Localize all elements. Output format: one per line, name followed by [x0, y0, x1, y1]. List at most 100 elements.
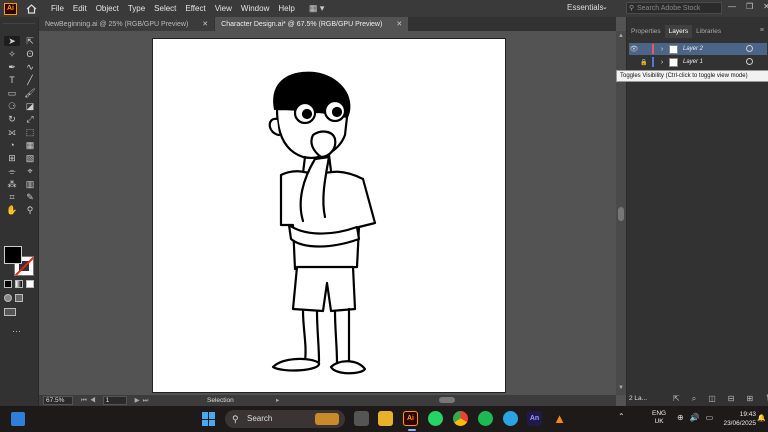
menu-file[interactable]: File — [51, 4, 64, 13]
shape-builder-icon[interactable]: ◔ — [4, 140, 20, 150]
eyedropper-icon[interactable]: ⌯ — [4, 166, 20, 176]
menu-type[interactable]: Type — [128, 4, 145, 13]
direct-selection-tool-icon[interactable]: ⇱ — [22, 36, 38, 46]
menu-object[interactable]: Object — [96, 4, 119, 13]
new-layer-icon[interactable]: ⊞ — [746, 394, 753, 404]
tab-properties[interactable]: Properties — [627, 25, 665, 38]
folder-icon[interactable] — [378, 411, 393, 426]
artboard-tool-icon[interactable]: ⌗ — [4, 192, 20, 202]
battery-icon[interactable]: ▭ — [706, 413, 714, 422]
menu-edit[interactable]: Edit — [73, 4, 87, 13]
rotate-tool-icon[interactable]: ↻ — [4, 114, 20, 124]
screen-mode-icon[interactable] — [4, 308, 16, 316]
artboard[interactable] — [152, 38, 506, 393]
expand-chevron-icon[interactable]: › — [657, 59, 667, 66]
tab-layers[interactable]: Layers — [664, 25, 693, 38]
line-tool-icon[interactable]: ╱ — [22, 75, 38, 85]
new-sublayer-icon[interactable]: ⊟ — [728, 394, 735, 404]
menu-help[interactable]: Help — [278, 4, 294, 13]
stock-search-input[interactable]: ⚲ Search Adobe Stock — [626, 2, 722, 14]
selection-tool-icon[interactable]: ➤ — [4, 36, 20, 46]
visibility-eye-icon[interactable]: 👁 — [629, 45, 639, 53]
menu-select[interactable]: Select — [154, 4, 176, 13]
column-graph-icon[interactable]: ▥ — [22, 179, 38, 189]
telegram-icon[interactable] — [503, 411, 518, 426]
panel-menu-icon[interactable]: ≡ — [760, 27, 764, 34]
pen-tool-icon[interactable]: ✒ — [4, 62, 20, 72]
symbol-sprayer-icon[interactable]: ⁂ — [4, 179, 20, 189]
tray-overflow-icon[interactable]: ⌃ — [618, 412, 625, 421]
whatsapp-icon[interactable] — [428, 411, 443, 426]
panel-grip[interactable] — [3, 20, 35, 24]
notification-bell-icon[interactable]: 🔔 — [757, 414, 766, 422]
vlc-icon[interactable]: ▲ — [552, 411, 567, 426]
type-tool-icon[interactable]: T — [4, 75, 20, 85]
curvature-tool-icon[interactable]: ∿ — [22, 62, 38, 72]
canvas-area[interactable] — [39, 31, 616, 395]
tab-newbeginning[interactable]: NewBeginning.ai @ 25% (RGB/GPU Preview) … — [39, 17, 215, 31]
artboard-number-field[interactable]: 1 — [102, 396, 127, 405]
workspace-switcher[interactable]: Essentials — [567, 3, 603, 12]
close-button[interactable]: ✕ — [763, 2, 768, 11]
menu-window[interactable]: Window — [241, 4, 269, 13]
draw-behind-icon[interactable] — [15, 294, 23, 302]
taskbar-search[interactable]: ⚲ Search — [225, 410, 345, 428]
character-illustration[interactable] — [153, 39, 507, 394]
language-indicator[interactable]: ENG UK — [652, 410, 666, 426]
chevron-down-icon[interactable]: ⌄ — [602, 3, 608, 11]
menu-effect[interactable]: Effect — [185, 4, 205, 13]
none-mode-icon[interactable] — [26, 280, 34, 288]
layer-row-layer-2[interactable]: 👁 › Layer 2 — [629, 43, 767, 55]
free-transform-icon[interactable]: ⬚ — [22, 127, 38, 137]
animate-icon[interactable]: An — [527, 411, 542, 426]
target-circle-icon[interactable] — [746, 58, 753, 65]
perspective-grid-icon[interactable]: ▦ — [22, 140, 38, 150]
lasso-icon[interactable]: ʘ — [22, 49, 38, 59]
gradient-tool-icon[interactable]: ▧ — [22, 153, 38, 163]
illustrator-taskbar-icon[interactable]: Ai — [403, 411, 418, 431]
close-tab-icon[interactable]: ✕ — [202, 20, 208, 28]
horizontal-scroll-thumb[interactable] — [439, 397, 455, 403]
clipping-mask-icon[interactable]: ◫ — [708, 394, 716, 404]
spotify-icon[interactable] — [478, 411, 493, 426]
zoom-level-field[interactable]: 67.5% — [43, 396, 73, 405]
gradient-mode-icon[interactable] — [15, 280, 23, 288]
locate-object-icon[interactable]: ⌕ — [692, 394, 696, 404]
layer-name[interactable]: Layer 1 — [683, 59, 703, 65]
mesh-tool-icon[interactable]: ⊞ — [4, 153, 20, 163]
status-menu-icon[interactable]: ▸ — [276, 396, 279, 404]
tab-libraries[interactable]: Libraries — [692, 25, 725, 38]
draw-normal-icon[interactable] — [4, 294, 12, 302]
measure-tool-icon[interactable]: ⌖ — [22, 166, 38, 176]
maximize-button[interactable]: ❐ — [746, 2, 753, 11]
volume-icon[interactable]: 🔊 — [690, 413, 700, 422]
vertical-scrollbar[interactable]: ▲ ▼ — [616, 31, 626, 395]
target-circle-icon[interactable] — [746, 45, 753, 52]
eraser-icon[interactable]: ◪ — [22, 101, 38, 111]
export-icon[interactable]: ⇱ — [673, 394, 680, 404]
scroll-down-icon[interactable]: ▼ — [618, 385, 624, 391]
artboard-nav-next-icon[interactable]: ▶⏭ — [135, 396, 152, 405]
width-tool-icon[interactable]: ⟗ — [4, 127, 20, 137]
widgets-icon[interactable] — [11, 412, 25, 426]
layer-name[interactable]: Layer 2 — [683, 46, 703, 52]
zoom-tool-icon[interactable]: ⚲ — [22, 205, 38, 215]
minimize-button[interactable]: — — [728, 2, 736, 11]
scroll-up-icon[interactable]: ▲ — [618, 33, 624, 39]
slice-tool-icon[interactable]: ✎ — [22, 192, 38, 202]
home-icon[interactable] — [25, 3, 37, 15]
artboard-nav-prev-icon[interactable]: ⏮◀ — [81, 397, 99, 405]
fill-color-chip[interactable] — [4, 246, 22, 264]
arrange-documents-icon[interactable]: ▦ ▾ — [309, 3, 325, 14]
network-icon[interactable]: ⊕ — [677, 413, 684, 422]
rectangle-tool-icon[interactable]: ▭ — [4, 88, 20, 98]
layer-row-layer-1[interactable]: 🔒 › Layer 1 — [629, 56, 767, 68]
tab-character-design[interactable]: Character Design.ai* @ 67.5% (RGB/GPU Pr… — [215, 17, 409, 31]
color-mode-icon[interactable] — [4, 280, 12, 288]
paintbrush-icon[interactable]: 🖌 — [22, 88, 38, 98]
edit-toolbar-icon[interactable]: ⋯ — [12, 326, 21, 337]
lock-icon[interactable]: 🔒 — [639, 59, 649, 66]
close-tab-icon[interactable]: ✕ — [396, 20, 402, 28]
file-manager-icon[interactable] — [354, 411, 369, 426]
expand-chevron-icon[interactable]: › — [657, 46, 667, 53]
